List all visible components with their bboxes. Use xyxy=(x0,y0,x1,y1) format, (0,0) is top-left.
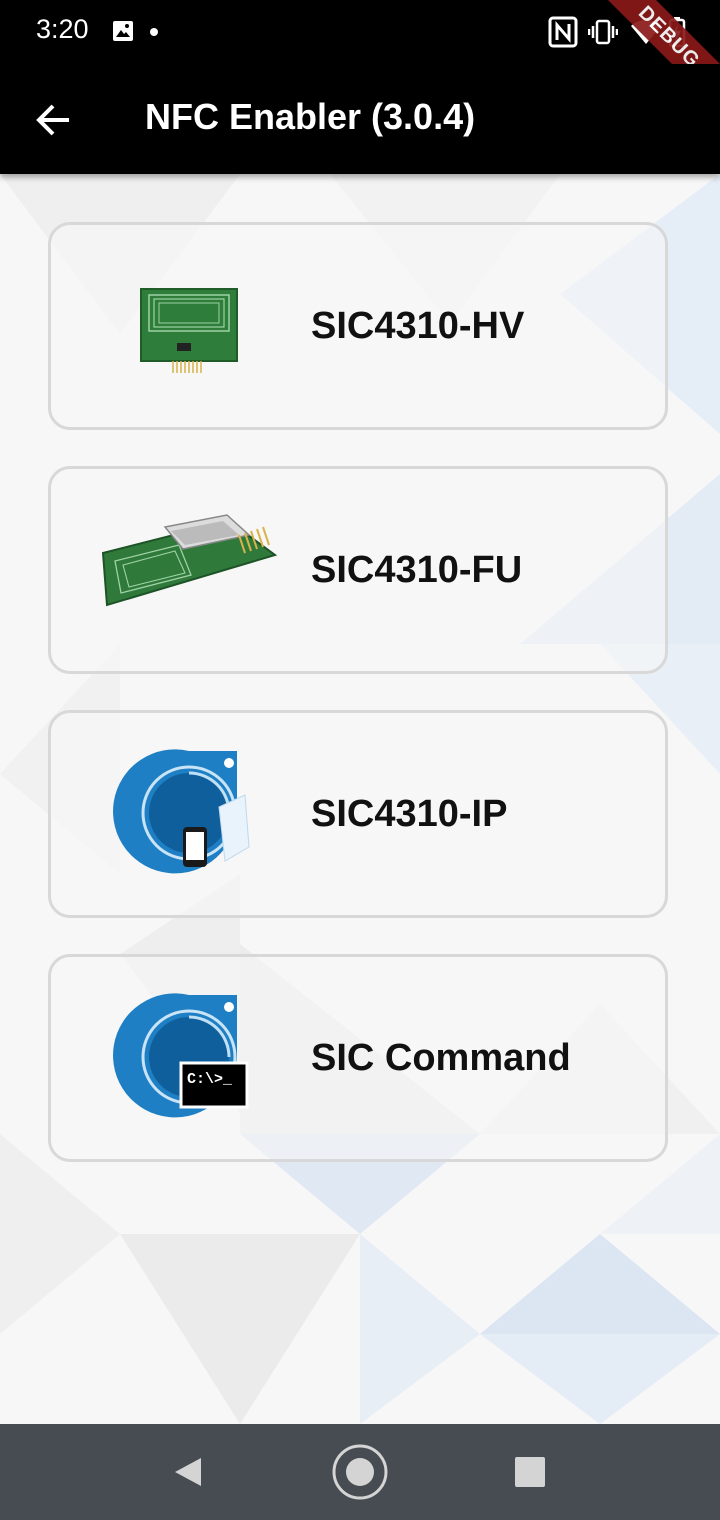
nfc-icon xyxy=(548,16,578,48)
nfc-logo-terminal-image: C:\>_ xyxy=(113,993,249,1118)
nfc-logo-phone-image xyxy=(113,749,250,874)
terminal-prompt: C:\>_ xyxy=(187,1071,233,1088)
device-card-sic4310-hv[interactable]: SIC4310-HV xyxy=(48,222,668,430)
device-card-sic-command[interactable]: C:\>_ SIC Command xyxy=(48,954,668,1162)
notification-dot-icon xyxy=(150,28,158,36)
device-card-sic4310-ip[interactable]: SIC4310-IP xyxy=(48,710,668,918)
app-bar: NFC Enabler (3.0.4) xyxy=(0,64,720,174)
page-title: NFC Enabler (3.0.4) xyxy=(145,96,476,137)
status-bar: 3:20 DEBUG xyxy=(0,0,720,117)
device-label: SIC4310-HV xyxy=(311,305,525,347)
device-card-sic4310-fu[interactable]: SIC4310-FU xyxy=(48,466,668,674)
nfc-board-fu-image xyxy=(101,514,278,607)
system-nav-bar xyxy=(0,1424,720,1520)
device-label: SIC4310-IP xyxy=(311,793,508,835)
device-label: SIC Command xyxy=(311,1037,571,1079)
nav-home-button[interactable] xyxy=(330,1442,390,1502)
home-circle-icon xyxy=(332,1444,388,1500)
device-list: SIC4310-HV SIC4310-FU SIC4310-IP C:\>_ S… xyxy=(48,222,672,1198)
screen: 3:20 DEBUG NFC Enabler (3.0.4) SIC4310-H… xyxy=(0,0,720,1520)
nav-recents-button[interactable] xyxy=(500,1442,560,1502)
image-icon xyxy=(113,21,133,41)
nfc-board-hv-image xyxy=(140,288,238,373)
back-button[interactable] xyxy=(24,90,84,150)
back-triangle-icon xyxy=(175,1458,201,1486)
vibrate-icon xyxy=(588,19,618,45)
recents-square-icon xyxy=(515,1457,545,1487)
nav-back-button[interactable] xyxy=(158,1442,218,1502)
status-time: 3:20 xyxy=(36,14,89,44)
device-label: SIC4310-FU xyxy=(311,549,523,591)
arrow-left-icon xyxy=(36,104,69,136)
